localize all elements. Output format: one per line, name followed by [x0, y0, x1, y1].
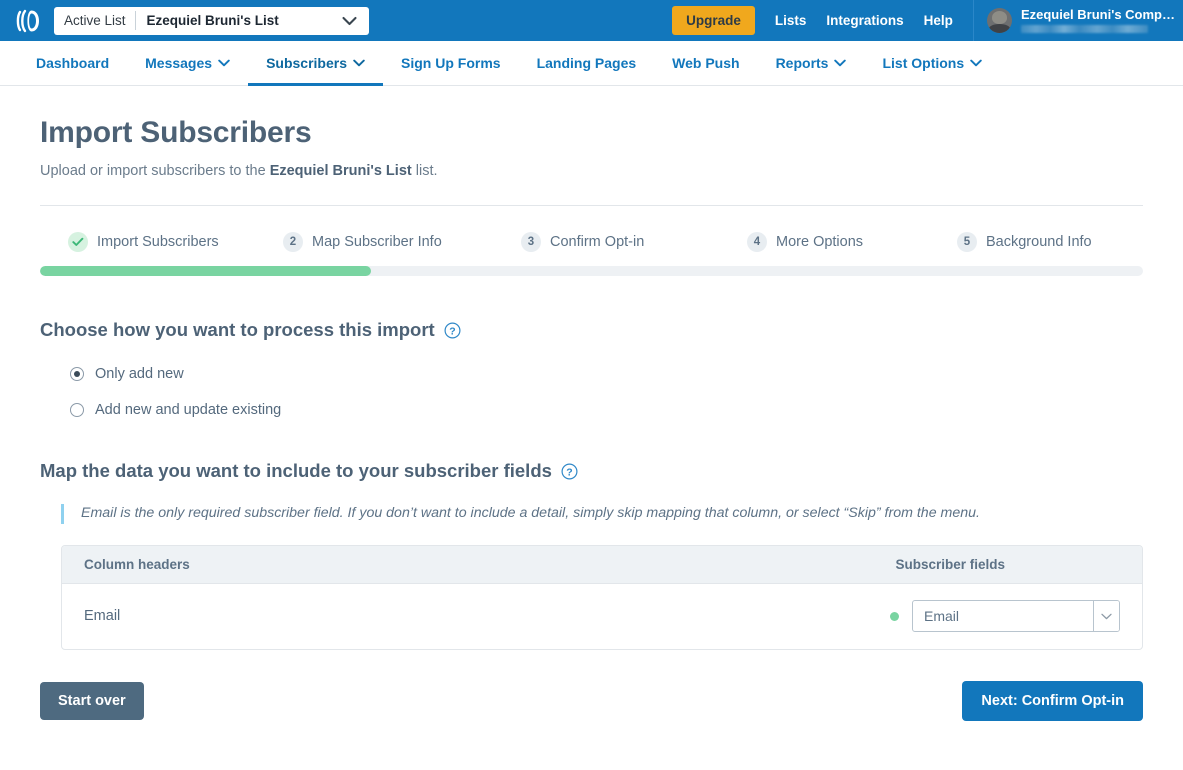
upgrade-button[interactable]: Upgrade: [672, 6, 755, 35]
active-list-label: Active List: [64, 13, 126, 28]
radio-only-add-new-label: Only add new: [95, 366, 184, 382]
step-badge-5: 5: [957, 232, 977, 252]
import-stepper: Import Subscribers 2 Map Subscriber Info…: [40, 232, 1143, 252]
chevron-down-icon[interactable]: [342, 16, 357, 26]
sendpulse-logo-icon[interactable]: [12, 5, 44, 37]
row-field-mapping: Email: [890, 600, 1120, 633]
nav-label-web-push: Web Push: [672, 55, 740, 71]
nav-item-subscribers[interactable]: Subscribers: [248, 41, 383, 86]
top-link-help[interactable]: Help: [924, 13, 953, 28]
step-label-3: Confirm Opt-in: [550, 234, 645, 250]
radio-add-new-update-existing-label: Add new and update existing: [95, 402, 282, 418]
next-confirm-opt-in-button[interactable]: Next: Confirm Opt-in: [962, 680, 1143, 721]
step-label-1: Import Subscribers: [97, 234, 219, 250]
chevron-down-icon: [834, 59, 847, 67]
active-list-value: Ezequiel Bruni's List: [146, 13, 279, 28]
help-circle-icon[interactable]: ?: [444, 321, 461, 339]
subscriber-field-select-value: Email: [924, 608, 960, 625]
mapped-status-dot: [890, 611, 899, 621]
nav-label-landing-pages: Landing Pages: [536, 55, 637, 71]
progress-bar-fill: [40, 266, 371, 276]
svg-text:?: ?: [449, 325, 455, 337]
process-section-title: Choose how you want to process this impo…: [40, 319, 1143, 341]
nav-label-subscribers: Subscribers: [266, 55, 347, 71]
subtitle-suffix: list.: [411, 163, 438, 179]
subscriber-field-select[interactable]: Email: [912, 600, 1120, 633]
chevron-down-icon: [353, 59, 365, 67]
step-label-5: Background Info: [986, 234, 1092, 250]
nav-label-sign-up-forms: Sign Up Forms: [401, 55, 501, 71]
step-label-2: Map Subscriber Info: [312, 234, 442, 250]
column-header-column-headers: Column headers: [84, 556, 190, 572]
nav-label-messages: Messages: [145, 55, 213, 71]
step-badge-3: 3: [521, 232, 541, 252]
row-column-header-name: Email: [84, 608, 121, 625]
main-nav: Dashboard Messages Subscribers Sign Up F…: [0, 41, 1183, 86]
radio-add-new-update-existing[interactable]: Add new and update existing: [70, 402, 1143, 418]
top-link-integrations[interactable]: Integrations: [826, 13, 903, 28]
nav-item-web-push[interactable]: Web Push: [654, 41, 757, 85]
map-section-heading: Map the data you want to include to your…: [40, 460, 552, 481]
chevron-down-icon: [970, 59, 982, 67]
step-background-info[interactable]: 5 Background Info: [957, 232, 1092, 252]
top-bar-right: Upgrade Lists Integrations Help Ezequiel…: [672, 0, 1183, 41]
top-bar: Active List Ezequiel Bruni's List Upgrad…: [0, 0, 1183, 41]
account-text: Ezequiel Bruni's Comp…: [1020, 6, 1175, 34]
avatar: [986, 8, 1012, 33]
nav-label-reports: Reports: [775, 55, 829, 71]
top-link-lists[interactable]: Lists: [775, 13, 807, 28]
map-section-note: Email is the only required subscriber fi…: [61, 504, 1143, 524]
nav-item-messages[interactable]: Messages: [127, 41, 248, 85]
step-badge-4: 4: [747, 232, 767, 252]
table-row: Email Email: [62, 584, 1142, 649]
account-email-redacted: [1020, 25, 1148, 34]
subtitle-list-name: Ezequiel Bruni's List: [269, 163, 412, 179]
help-circle-icon[interactable]: ?: [561, 462, 578, 480]
step-more-options[interactable]: 4 More Options: [747, 232, 957, 252]
wizard-footer: Start over Next: Confirm Opt-in: [40, 680, 1143, 721]
nav-item-reports[interactable]: Reports: [758, 41, 865, 85]
column-header-subscriber-fields: Subscriber fields: [895, 556, 1005, 572]
subtitle-prefix: Upload or import subscribers to the: [40, 163, 270, 179]
account-menu[interactable]: Ezequiel Bruni's Comp…: [974, 0, 1183, 41]
map-section-title: Map the data you want to include to your…: [40, 460, 1143, 482]
step-import-subscribers[interactable]: Import Subscribers: [68, 232, 283, 252]
radio-only-add-new-input[interactable]: [70, 367, 84, 381]
title-divider: [40, 205, 1143, 206]
field-mapping-table-header: Column headers Subscriber fields: [62, 545, 1142, 584]
page-subtitle: Upload or import subscribers to the Ezeq…: [40, 163, 1143, 179]
step-map-subscriber-info[interactable]: 2 Map Subscriber Info: [283, 232, 521, 252]
step-confirm-opt-in[interactable]: 3 Confirm Opt-in: [521, 232, 747, 252]
page-title: Import Subscribers: [40, 116, 312, 149]
field-mapping-table: Column headers Subscriber fields Email E…: [61, 544, 1143, 650]
account-name: Ezequiel Bruni's Comp…: [1020, 6, 1175, 22]
active-list-selector[interactable]: Active List Ezequiel Bruni's List: [54, 6, 369, 35]
radio-add-new-update-existing-input[interactable]: [70, 403, 84, 417]
step-label-4: More Options: [776, 234, 864, 250]
nav-item-dashboard[interactable]: Dashboard: [18, 41, 127, 85]
start-over-button[interactable]: Start over: [40, 681, 144, 720]
radio-only-add-new[interactable]: Only add new: [70, 366, 1143, 382]
svg-text:?: ?: [566, 466, 572, 478]
nav-label-dashboard: Dashboard: [36, 55, 110, 71]
progress-bar: [40, 266, 1143, 276]
step-badge-1: [68, 232, 88, 252]
step-badge-2: 2: [283, 232, 303, 252]
chevron-down-icon: [218, 59, 230, 67]
nav-label-list-options: List Options: [882, 55, 965, 71]
nav-item-landing-pages[interactable]: Landing Pages: [519, 41, 655, 85]
process-section-heading: Choose how you want to process this impo…: [40, 319, 435, 340]
caret-down-icon[interactable]: [1093, 601, 1119, 632]
page-content: Import Subscribers Upload or import subs…: [0, 116, 1183, 721]
nav-item-sign-up-forms[interactable]: Sign Up Forms: [383, 41, 519, 85]
nav-item-list-options[interactable]: List Options: [864, 41, 1000, 85]
